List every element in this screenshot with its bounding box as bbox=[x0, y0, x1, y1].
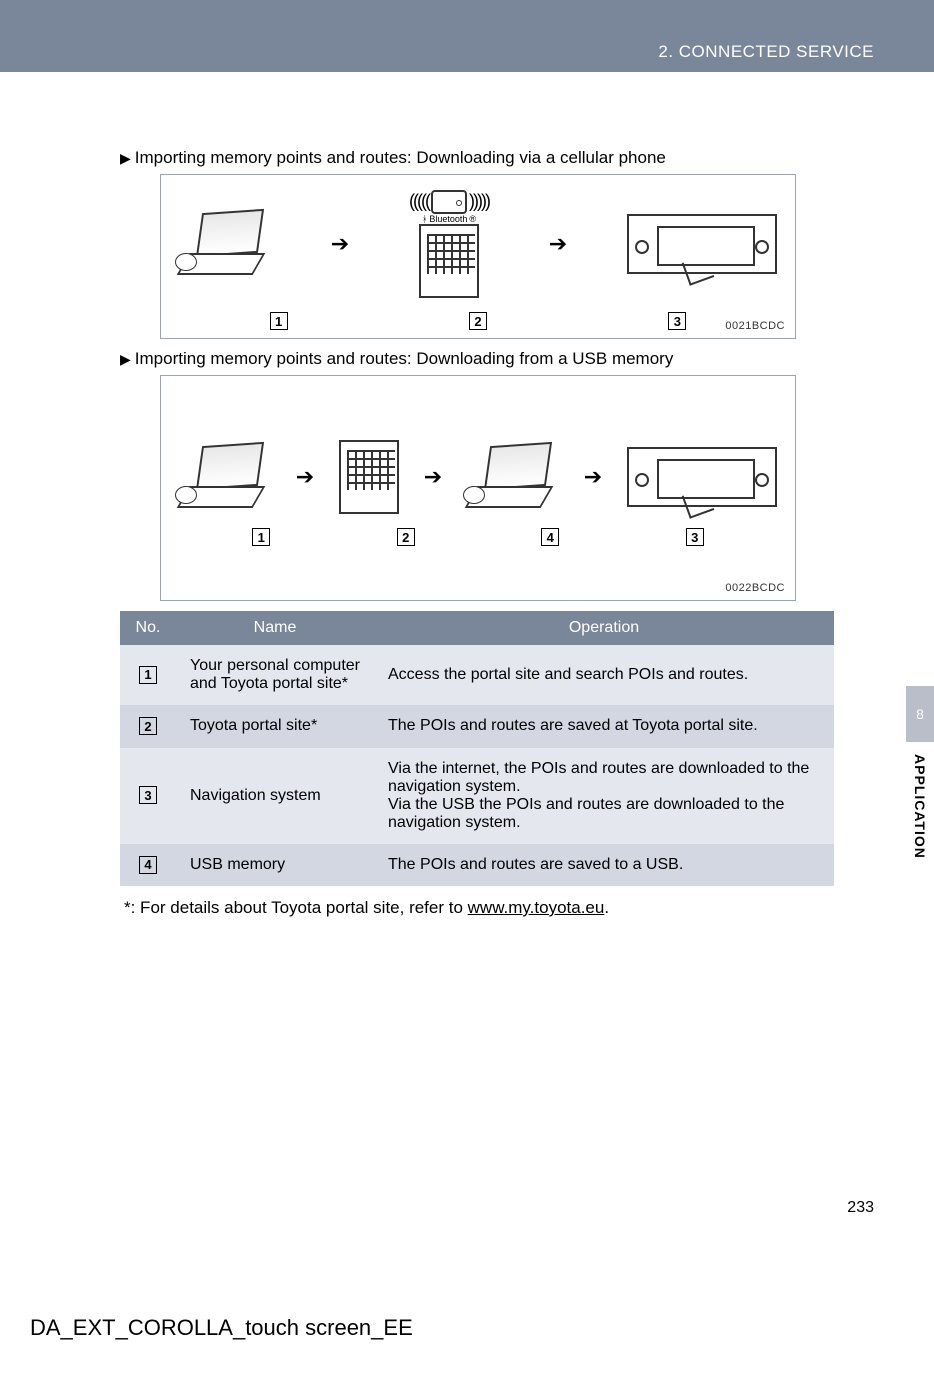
section-title-usb: ▶ Importing memory points and routes: Do… bbox=[120, 349, 874, 369]
diagram-laptop-usb bbox=[467, 442, 559, 512]
row-num: 4 bbox=[139, 856, 157, 874]
server-icon bbox=[419, 224, 479, 298]
footnote-link[interactable]: www.my.toyota.eu bbox=[468, 898, 605, 917]
phone-icon bbox=[431, 190, 467, 214]
section-title-cellular: ▶ Importing memory points and routes: Do… bbox=[120, 148, 874, 168]
row-num: 1 bbox=[139, 666, 157, 684]
table-row: 3 Navigation system Via the internet, th… bbox=[120, 748, 834, 844]
diagram-num-1: 1 bbox=[252, 528, 270, 546]
table-row: 4 USB memory The POIs and routes are sav… bbox=[120, 844, 834, 887]
row-name: Your personal computer and Toyota portal… bbox=[176, 645, 374, 705]
diagram-num-2: 2 bbox=[397, 528, 415, 546]
diagram-headunit bbox=[627, 214, 777, 274]
table-row: 1 Your personal computer and Toyota port… bbox=[120, 645, 834, 705]
diagram-num-3: 3 bbox=[686, 528, 704, 546]
row-name: Toyota portal site* bbox=[176, 705, 374, 748]
row-name: Navigation system bbox=[176, 748, 374, 844]
diagram-code-usb: 0022BCDC bbox=[725, 582, 785, 594]
table-row: 2 Toyota portal site* The POIs and route… bbox=[120, 705, 834, 748]
row-num: 2 bbox=[139, 717, 157, 735]
diagram-server bbox=[339, 440, 399, 514]
bluetooth-label: ᚼ Bluetooth® bbox=[422, 214, 476, 224]
row-operation: The POIs and routes are saved to a USB. bbox=[374, 844, 834, 887]
triangle-icon: ▶ bbox=[120, 150, 131, 167]
th-no: No. bbox=[120, 611, 176, 645]
info-table: No. Name Operation 1 Your personal compu… bbox=[120, 611, 834, 886]
row-num: 3 bbox=[139, 786, 157, 804]
page-header: 2. CONNECTED SERVICE bbox=[0, 0, 934, 72]
section-title-usb-text: Importing memory points and routes: Down… bbox=[135, 349, 674, 369]
arrow-icon: ➔ bbox=[424, 464, 442, 490]
diagram-num-2: 2 bbox=[469, 312, 487, 330]
diagram-laptop bbox=[179, 442, 271, 512]
th-name: Name bbox=[176, 611, 374, 645]
footnote-suffix: . bbox=[604, 898, 609, 917]
row-operation: The POIs and routes are saved at Toyota … bbox=[374, 705, 834, 748]
side-tab-label: APPLICATION bbox=[912, 754, 928, 859]
diagram-headunit bbox=[627, 447, 777, 507]
th-operation: Operation bbox=[374, 611, 834, 645]
page-number: 233 bbox=[847, 1199, 874, 1217]
footnote-prefix: *: For details about Toyota portal site,… bbox=[124, 898, 468, 917]
page-content: ▶ Importing memory points and routes: Do… bbox=[0, 72, 934, 918]
diagram-laptop bbox=[179, 209, 271, 279]
header-breadcrumb: 2. CONNECTED SERVICE bbox=[658, 42, 874, 62]
footnote: *: For details about Toyota portal site,… bbox=[124, 898, 874, 918]
row-name: USB memory bbox=[176, 844, 374, 887]
diagram-num-4: 4 bbox=[541, 528, 559, 546]
arrow-icon: ➔ bbox=[584, 464, 602, 490]
server-icon bbox=[339, 440, 399, 514]
diagram-num-1: 1 bbox=[270, 312, 288, 330]
footer-code: DA_EXT_COROLLA_touch screen_EE bbox=[30, 1315, 413, 1341]
diagram-num-3: 3 bbox=[668, 312, 686, 330]
side-tab-number: 8 bbox=[906, 686, 934, 742]
diagram-cellular: ➔ ((((( ))))) ᚼ Bluetooth® ➔ bbox=[160, 174, 796, 339]
diagram-server-bt: ((((( ))))) ᚼ Bluetooth® bbox=[409, 189, 489, 298]
section-title-cellular-text: Importing memory points and routes: Down… bbox=[135, 148, 666, 168]
bluetooth-icon: ᚼ bbox=[422, 214, 427, 224]
arrow-icon: ➔ bbox=[549, 231, 567, 257]
row-operation: Access the portal site and search POIs a… bbox=[374, 645, 834, 705]
row-operation: Via the internet, the POIs and routes ar… bbox=[374, 748, 834, 844]
arrow-icon: ➔ bbox=[296, 464, 314, 490]
side-tab: 8 APPLICATION bbox=[906, 686, 934, 859]
diagram-code-cellular: 0021BCDC bbox=[725, 320, 785, 332]
triangle-icon: ▶ bbox=[120, 351, 131, 368]
arrow-icon: ➔ bbox=[331, 231, 349, 257]
diagram-usb: ➔ ➔ ➔ 1 2 4 3 0022BCDC bbox=[160, 375, 796, 601]
